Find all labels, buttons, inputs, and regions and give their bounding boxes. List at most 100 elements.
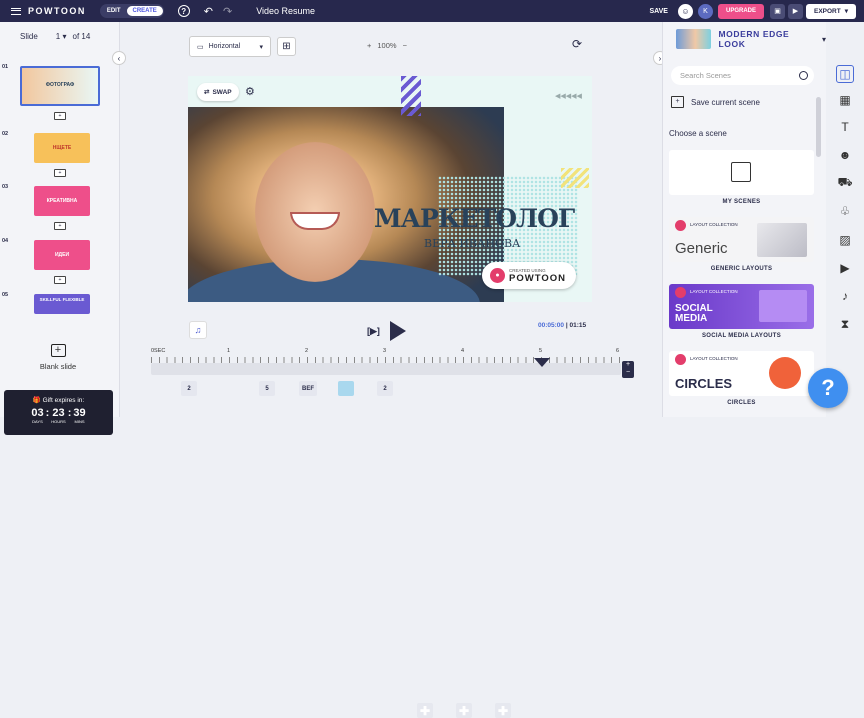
- timeline-element[interactable]: ✚: [495, 703, 511, 718]
- zoom-out-icon[interactable]: −: [403, 41, 407, 50]
- search-placeholder: Search Scenes: [680, 71, 731, 80]
- plus-icon: +: [50, 344, 66, 357]
- timeline-element[interactable]: 2: [377, 381, 393, 396]
- text-tool-icon[interactable]: T: [836, 118, 854, 136]
- ruler-label: 0SEC: [151, 348, 166, 354]
- slide-canvas[interactable]: ◀◀◀◀◀ ⇄ SWAP ⚙ МАРКЕТОЛОГ ВЕРА ИВАНОВА ● …: [188, 76, 592, 302]
- blank-slide-button[interactable]: + Blank slide: [38, 344, 78, 371]
- slide-preview: ИДЕИ: [34, 240, 90, 270]
- scene-card-generic[interactable]: LAYOUT COLLECTION Generic GENERIC LAYOUT…: [669, 217, 814, 272]
- transitions-tool-icon[interactable]: ⧗: [836, 315, 854, 333]
- timeline-element[interactable]: BEF: [299, 381, 317, 396]
- orientation-select[interactable]: ▭ Horizontal ▾: [189, 36, 271, 57]
- help-chat-button[interactable]: ?: [808, 368, 848, 408]
- timeline[interactable]: 0SEC 1 2 3 4 5 6: [151, 348, 631, 378]
- timeline-element[interactable]: ✚: [456, 703, 472, 718]
- scene-card-label: GENERIC LAYOUTS: [710, 266, 773, 272]
- timeline-zoom-buttons[interactable]: + −: [622, 361, 634, 378]
- yellow-stripe-decoration[interactable]: [561, 168, 589, 188]
- slide-thumbnail-5[interactable]: 05 SKILLFUL FLEXIBLE: [2, 292, 104, 348]
- menu-icon[interactable]: [11, 7, 21, 15]
- export-label: EXPORT: [814, 7, 841, 15]
- name-text[interactable]: ВЕРА ИВАНОВА: [424, 237, 520, 250]
- redo-icon[interactable]: ↷: [223, 5, 232, 18]
- save-current-scene-button[interactable]: + Save current scene: [671, 96, 760, 108]
- orientation-label: Horizontal: [208, 43, 241, 50]
- duplicate-slide-icon[interactable]: +: [54, 169, 66, 177]
- ruler-label: 2: [305, 348, 309, 354]
- timeline-element[interactable]: 5: [259, 381, 275, 396]
- play-scene-icon[interactable]: [▶]: [367, 326, 380, 337]
- look-selector[interactable]: MODERN EDGE LOOK ▾: [676, 29, 826, 49]
- slide-number: 04: [2, 238, 9, 244]
- slide-select[interactable]: 1 ▾: [56, 32, 67, 41]
- help-icon[interactable]: ?: [177, 5, 190, 17]
- save-button[interactable]: SAVE: [649, 8, 668, 15]
- headline-text[interactable]: МАРКЕТОЛОГ: [374, 204, 575, 233]
- avatar[interactable]: K: [697, 3, 713, 19]
- timeline-element[interactable]: 2: [181, 381, 197, 396]
- scenes-tool-icon[interactable]: ◫: [836, 65, 854, 83]
- stripe-decoration[interactable]: [401, 76, 421, 116]
- timer-hours: 23 HOURS: [51, 407, 66, 424]
- tool-icon-bar: ◫ ▦ T ☻ ⛟ ♧ ▨ ▶ ♪ ⧗: [826, 55, 864, 417]
- duplicate-slide-icon[interactable]: +: [54, 112, 66, 120]
- app-logo: POWTOON: [28, 6, 86, 16]
- scene-card-my-scenes[interactable]: MY SCENES: [669, 150, 814, 205]
- play-icon[interactable]: [389, 321, 406, 341]
- video-tool-icon[interactable]: ▶: [836, 259, 854, 277]
- slide-thumbnail-3[interactable]: 03 КРЕАТИВНА +: [2, 184, 104, 240]
- scene-card-preview: [669, 150, 814, 195]
- grid-icon[interactable]: ⊞: [277, 37, 296, 56]
- search-icon[interactable]: [799, 71, 808, 80]
- props-tool-icon[interactable]: ⛟: [836, 174, 854, 192]
- slide-preview: ФОТОГРАФ: [20, 66, 100, 106]
- time-display: 00:05:00 | 01:15: [538, 322, 587, 329]
- create-mode-button[interactable]: CREATE: [126, 6, 163, 16]
- refresh-icon[interactable]: ⟳: [572, 37, 590, 55]
- share-user-icon[interactable]: ☺: [677, 3, 693, 19]
- ruler-label: 1: [227, 348, 231, 354]
- images-tool-icon[interactable]: ▨: [836, 231, 854, 249]
- gear-icon[interactable]: ⚙: [245, 85, 255, 98]
- ruler-label: 6: [616, 348, 620, 354]
- upgrade-label: UPGRADE: [725, 8, 756, 14]
- undo-icon[interactable]: ↶: [204, 5, 213, 18]
- powtoon-logo-icon: ●: [490, 268, 505, 283]
- screen-record-icon[interactable]: ▣: [770, 3, 785, 19]
- timeline-element[interactable]: ✚: [417, 703, 433, 718]
- project-title[interactable]: Video Resume: [256, 6, 315, 16]
- scenes-panel: MODERN EDGE LOOK ▾ Search Scenes + Save …: [662, 22, 826, 417]
- swap-button[interactable]: ⇄ SWAP: [197, 83, 239, 101]
- scenes-scrollbar[interactable]: [816, 97, 821, 157]
- music-tool-icon[interactable]: ♪: [836, 287, 854, 305]
- slide-thumbnail-2[interactable]: 02 НЩЕТЕ +: [2, 131, 104, 187]
- chevron-down-icon: ▾: [821, 34, 826, 44]
- collapse-left-panel-icon[interactable]: ‹: [112, 51, 126, 65]
- scene-card-social-media[interactable]: LAYOUT COLLECTION SOCIAL MEDIA SOCIAL ME…: [669, 284, 814, 339]
- look-name: MODERN EDGE LOOK: [718, 29, 790, 49]
- music-icon[interactable]: ♫: [189, 321, 207, 339]
- zoom-in-icon[interactable]: +: [367, 41, 371, 50]
- slide-preview: SKILLFUL FLEXIBLE: [34, 294, 90, 314]
- timeline-track[interactable]: [151, 363, 621, 375]
- edit-mode-button[interactable]: EDIT: [101, 6, 127, 16]
- slide-thumbnail-1[interactable]: 01 ФОТОГРАФ +: [2, 64, 104, 120]
- duplicate-slide-icon[interactable]: +: [54, 276, 66, 284]
- shapes-tool-icon[interactable]: ♧: [836, 202, 854, 220]
- duplicate-slide-icon[interactable]: +: [54, 222, 66, 230]
- scene-search-input[interactable]: Search Scenes: [671, 66, 814, 85]
- characters-tool-icon[interactable]: ☻: [836, 146, 854, 164]
- upgrade-button[interactable]: UPGRADE: [717, 3, 764, 19]
- gift-timer[interactable]: 🎁 Gift expires in: 03 DAYS : 23 HOURS : 39…: [4, 390, 113, 435]
- slide-thumbnail-4[interactable]: 04 ИДЕИ +: [2, 238, 104, 294]
- scene-card-circles[interactable]: LAYOUT COLLECTION CIRCLES CIRCLES: [669, 351, 814, 406]
- playhead[interactable]: [534, 358, 550, 367]
- scene-card-label: SOCIAL MEDIA LAYOUTS: [701, 333, 782, 339]
- arrows-decoration: ◀◀◀◀◀: [555, 93, 582, 100]
- export-button[interactable]: EXPORT ▾: [806, 3, 856, 19]
- preview-play-icon[interactable]: ▶: [788, 3, 803, 19]
- backgrounds-tool-icon[interactable]: ▦: [836, 91, 854, 109]
- timeline-element[interactable]: [338, 381, 354, 396]
- chevron-down-icon: ▾: [844, 8, 848, 15]
